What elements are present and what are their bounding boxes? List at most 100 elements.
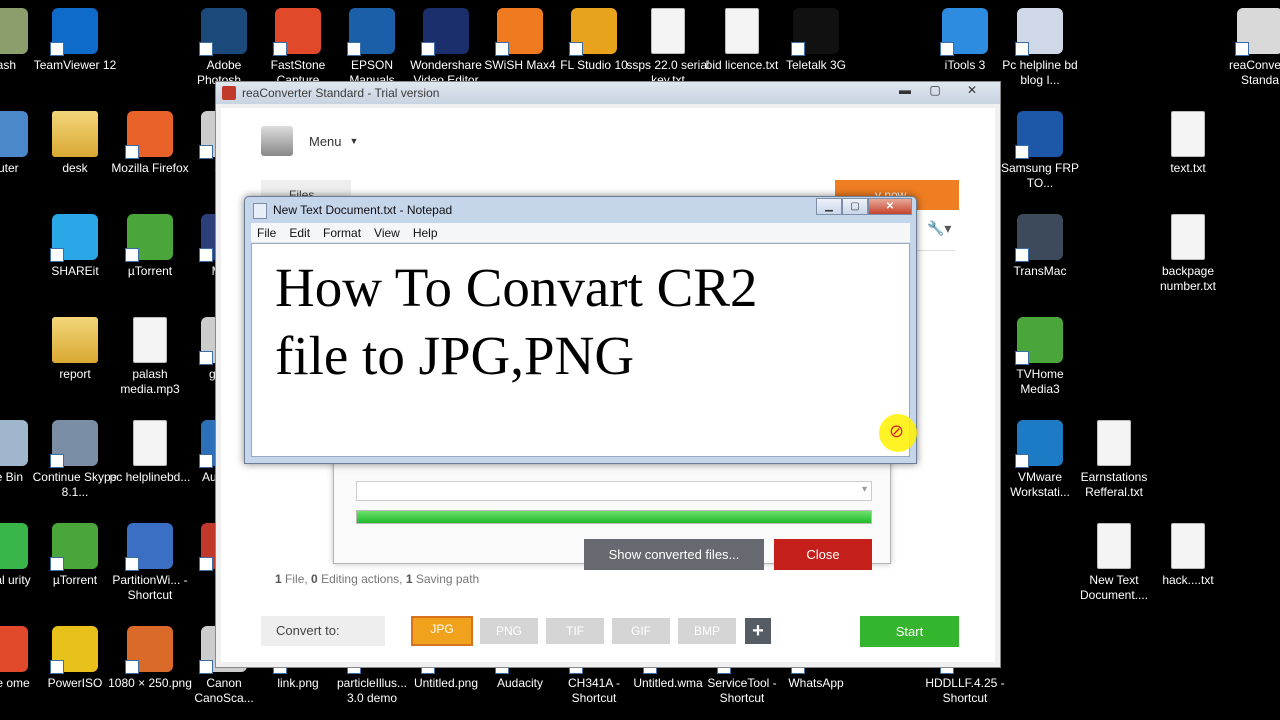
notepad-titlebar[interactable]: New Text Document.txt - Notepad ▁ ▢ ✕ — [245, 197, 916, 223]
show-converted-files-button[interactable]: Show converted files... — [584, 539, 764, 570]
desktop-icon-image — [1097, 420, 1131, 466]
path-label: Saving path — [415, 572, 480, 586]
desktop-icon[interactable]: hack....txt — [1143, 515, 1233, 588]
desktop-icon-image — [1235, 8, 1280, 56]
notepad-window: New Text Document.txt - Notepad ▁ ▢ ✕ Fi… — [244, 196, 917, 464]
notepad-close-button[interactable]: ✕ — [868, 198, 912, 215]
add-format-button[interactable]: + — [745, 618, 771, 644]
desktop-icon-label: Teletalk 3G — [785, 58, 847, 72]
reaconverter-title: reaConverter Standard - Trial version — [242, 86, 440, 100]
desktop-icon-image — [50, 420, 98, 468]
format-button-tif[interactable]: TIF — [546, 618, 604, 644]
notepad-menu-help[interactable]: Help — [413, 223, 438, 242]
desktop-icon[interactable]: Pc helpline bd blog I... — [995, 0, 1085, 88]
desktop-icon-image — [0, 8, 28, 54]
notepad-editor[interactable]: How To Convart CR2 file to JPG,PNG — [251, 243, 917, 457]
desktop-icon[interactable]: TransMac — [995, 206, 1085, 279]
notepad-minimize-button[interactable]: ▁ — [816, 198, 842, 215]
desktop-icon[interactable]: text.txt — [1143, 103, 1233, 176]
minimize-button[interactable]: ▬ — [890, 82, 920, 100]
desktop-icon-image — [569, 8, 617, 56]
start-button[interactable]: Start — [860, 616, 959, 647]
settings-wrench-icon[interactable]: 🔧▾ — [927, 220, 951, 237]
format-button-png[interactable]: PNG — [480, 618, 538, 644]
desktop-icon[interactable]: backpage number.txt — [1143, 206, 1233, 294]
desktop-icon[interactable]: Teletalk 3G — [771, 0, 861, 73]
mouse-cursor-highlight — [879, 414, 917, 452]
desktop-icon-image — [1015, 317, 1063, 365]
reaconverter-titlebar[interactable]: reaConverter Standard - Trial version ▬ … — [216, 82, 1000, 104]
desktop-icon[interactable]: Samsung FRP TO... — [995, 103, 1085, 191]
desktop-icon-image — [133, 317, 167, 363]
desktop-icon[interactable]: TeamViewer 12 — [30, 0, 120, 73]
desktop-icon-image — [125, 626, 173, 674]
edit-label: Editing actions, — [321, 572, 403, 586]
desktop-icon-label: TeamViewer 12 — [33, 58, 117, 72]
dialog-close-action-button[interactable]: Close — [774, 539, 872, 570]
desktop-icon-image — [273, 8, 321, 56]
desktop-icon-image — [0, 111, 28, 157]
desktop-icon-image — [725, 8, 759, 54]
desktop-icon-image — [1015, 8, 1063, 56]
desktop-icon-image — [347, 8, 395, 56]
notepad-maximize-button[interactable]: ▢ — [842, 198, 868, 215]
menu-icon — [261, 126, 293, 156]
maximize-button[interactable]: ▢ — [920, 82, 950, 100]
notepad-menu-file[interactable]: File — [257, 223, 276, 242]
desktop-icon-image — [52, 317, 98, 363]
desktop-icon-image — [791, 8, 839, 56]
notepad-text: How To Convart CR2 file to JPG,PNG — [275, 257, 758, 386]
desktop-icon-label: WhatsApp — [788, 676, 844, 690]
desktop-icon[interactable]: reaConve 7 Standa — [1215, 0, 1280, 88]
desktop-icon-label: TransMac — [1013, 264, 1067, 278]
desktop-icon[interactable]: TVHome Media3 — [995, 309, 1085, 397]
close-button[interactable]: ✕ — [950, 82, 994, 100]
output-combo[interactable] — [356, 481, 872, 501]
main-menu[interactable]: Menu ▼ — [261, 126, 358, 156]
desktop-icon-label: backpage number.txt — [1159, 264, 1217, 293]
notepad-menu-format[interactable]: Format — [323, 223, 361, 242]
format-button-bmp[interactable]: BMP — [678, 618, 736, 644]
desktop-icon-label: HDDLLF.4.25 - Shortcut — [925, 676, 1005, 705]
desktop-icon-image — [199, 8, 247, 56]
desktop-icon-image — [651, 8, 685, 54]
desktop-icon-label: hack....txt — [1162, 573, 1214, 587]
edit-count: 0 — [311, 572, 318, 586]
desktop-icon-image — [50, 523, 98, 571]
desktop-icon-image — [133, 420, 167, 466]
files-count: 1 — [275, 572, 282, 586]
desktop-icon-image — [1015, 111, 1063, 159]
desktop-icon-image — [1171, 111, 1205, 157]
desktop-icon-image — [1015, 214, 1063, 262]
desktop-icon-label: TVHome Media3 — [1016, 367, 1064, 396]
progress-fill — [357, 511, 871, 523]
files-label: File, — [285, 572, 308, 586]
desktop-icon-image — [0, 420, 28, 466]
status-summary: 1 File, 0 Editing actions, 1 Saving path — [275, 572, 479, 586]
desktop-icon-label: reaConve 7 Standa — [1228, 58, 1280, 87]
notepad-menu-view[interactable]: View — [374, 223, 400, 242]
notepad-title: New Text Document.txt - Notepad — [273, 203, 453, 217]
desktop-icon-label: text.txt — [1170, 161, 1206, 175]
desktop-icon-image — [0, 626, 28, 672]
desktop-icon-image — [50, 214, 98, 262]
format-button-gif[interactable]: GIF — [612, 618, 670, 644]
desktop-icon-image — [940, 8, 988, 56]
reaconverter-app-icon — [222, 86, 236, 100]
desktop-icon-label: Pc helpline bd blog I... — [1002, 58, 1078, 87]
desktop-icon-image — [50, 626, 98, 674]
format-button-jpg[interactable]: JPG — [411, 616, 473, 646]
notepad-menu-edit[interactable]: Edit — [289, 223, 310, 242]
desktop-icon[interactable]: Earnstations Refferal.txt — [1069, 412, 1159, 500]
chevron-down-icon: ▼ — [349, 136, 359, 146]
desktop-icon-image — [0, 523, 28, 569]
desktop-icon-image — [50, 8, 98, 56]
path-count: 1 — [405, 572, 413, 586]
convert-to-label: Convert to: — [261, 616, 385, 646]
desktop-icon-image — [125, 214, 173, 262]
progress-bar — [356, 510, 872, 524]
notepad-icon — [253, 203, 267, 219]
desktop-icon-image — [1097, 523, 1131, 569]
menu-label: Menu — [309, 133, 342, 149]
desktop-icon-image — [1171, 523, 1205, 569]
